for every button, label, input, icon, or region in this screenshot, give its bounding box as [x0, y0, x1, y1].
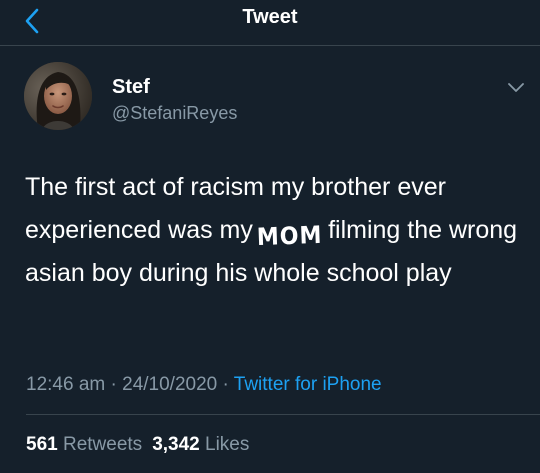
chevron-down-icon — [508, 83, 524, 92]
engagement-stats: 561 Retweets 3,342 Likes — [26, 433, 249, 457]
tweet-menu-button[interactable] — [506, 80, 526, 96]
likes-stat[interactable]: 3,342 Likes — [152, 434, 249, 455]
emphasis-word: MOM — [254, 215, 325, 251]
profile-photo — [24, 62, 92, 130]
tweet-meta: 12:46 am · 24/10/2020 · Twitter for iPho… — [26, 373, 382, 397]
tweet-time[interactable]: 12:46 am — [26, 374, 105, 395]
tweet-date[interactable]: 24/10/2020 — [122, 374, 217, 395]
tweet-source-link[interactable]: Twitter for iPhone — [234, 374, 382, 395]
retweets-count: 561 — [26, 434, 58, 455]
tweet-body: The first act of racism my brother ever … — [25, 166, 520, 295]
likes-count: 3,342 — [152, 434, 200, 455]
meta-separator: · — [110, 374, 117, 395]
retweets-stat[interactable]: 561 Retweets — [26, 434, 142, 455]
divider — [26, 414, 540, 415]
likes-label: Likes — [205, 434, 250, 455]
retweets-label: Retweets — [62, 434, 143, 455]
meta-separator: · — [222, 374, 229, 395]
top-bar: Tweet — [0, 0, 540, 46]
author-display-name[interactable]: Stef — [112, 76, 150, 98]
page-title: Tweet — [242, 6, 298, 28]
avatar[interactable] — [24, 62, 92, 130]
emphasis-word-text: MOM — [256, 220, 323, 252]
author-handle[interactable]: @StefaniReyes — [112, 102, 237, 124]
